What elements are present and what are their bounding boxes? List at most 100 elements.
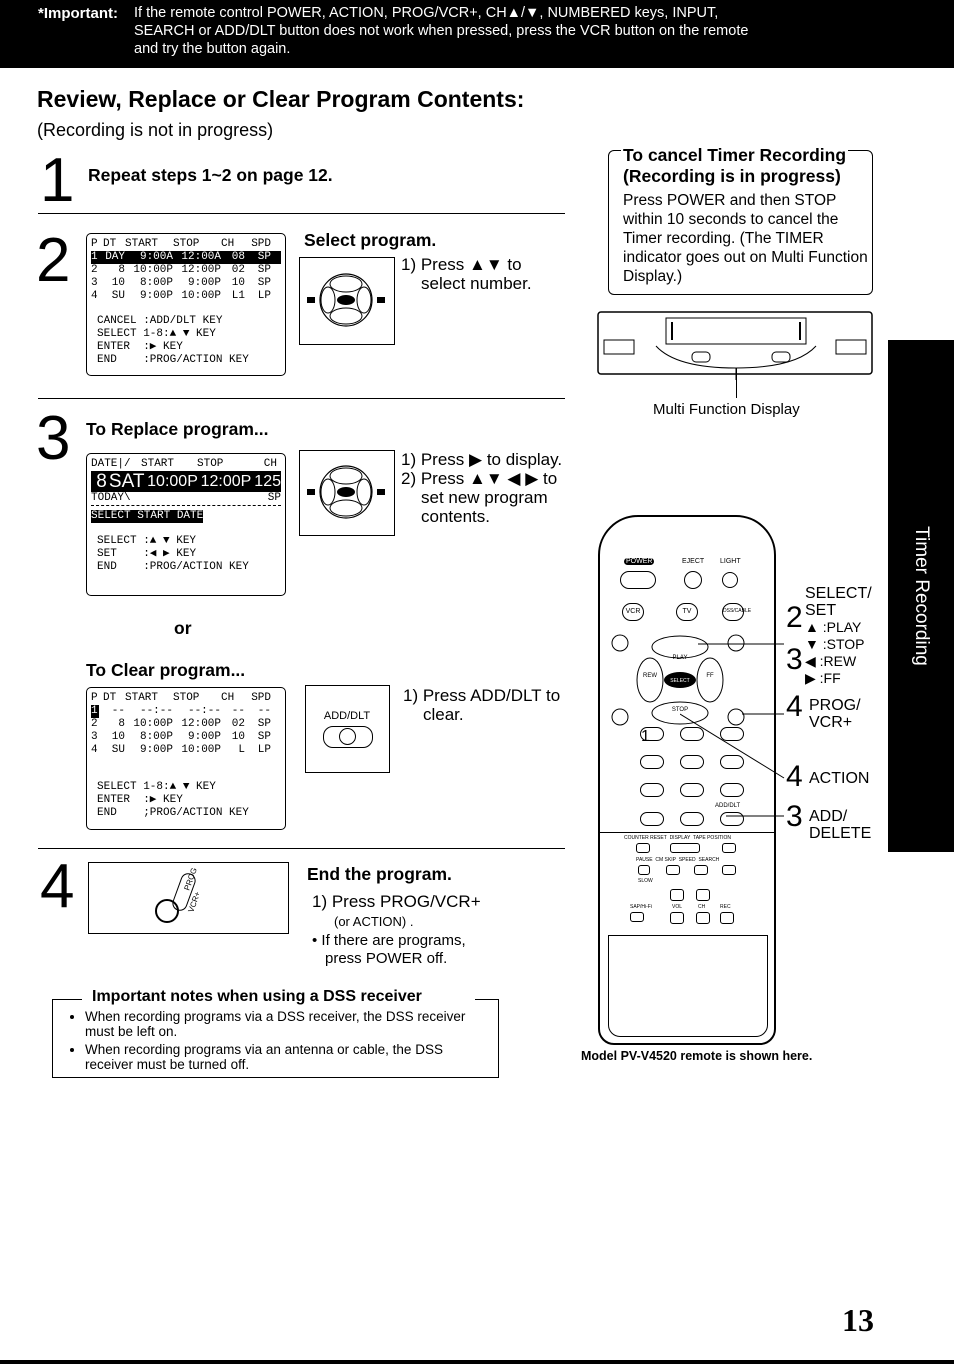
cell: -- — [231, 705, 245, 717]
callout-text: VCR+ — [809, 714, 853, 731]
step-2-number: 2 — [36, 226, 71, 295]
ch-down-button[interactable] — [696, 912, 710, 924]
lcd-row[interactable]: 3 10 8:00P 9:00P 10 SP — [91, 731, 281, 744]
lcd-row[interactable]: 4 SU 9:00P 10:00P L1 LP — [91, 290, 281, 303]
cell: 10:00P — [181, 290, 221, 302]
cell: 9:00A — [139, 251, 173, 263]
num-1-button[interactable]: 1 — [640, 727, 664, 745]
light-button[interactable] — [722, 572, 738, 588]
cell: L — [238, 744, 245, 756]
num-100-button[interactable] — [640, 812, 664, 826]
col-stop: STOP — [173, 238, 200, 250]
callout-item: ▼ :STOP — [805, 636, 865, 652]
col-p: P — [91, 692, 98, 704]
step-4-note: (or ACTION) . — [334, 914, 414, 929]
search-button[interactable] — [722, 865, 736, 875]
display-button[interactable] — [670, 843, 700, 853]
clear-lcd: P DT START STOP CH SPD 1 -- --:-- --:-- … — [86, 687, 286, 830]
speed-label: SP — [267, 492, 281, 504]
cancel-title: To cancel Timer Recording (Recording is … — [621, 145, 849, 187]
power-button[interactable] — [620, 571, 656, 589]
lcd-row[interactable]: 3 10 8:00P 9:00P 10 SP — [91, 277, 281, 290]
cell: 10 — [231, 731, 245, 743]
instruction-line: set new program — [421, 488, 548, 507]
num-4-button[interactable] — [640, 755, 664, 769]
section-tab-label: Timer Recording — [911, 526, 932, 666]
vol-up-button[interactable] — [670, 889, 684, 901]
vcr-button[interactable]: VCR — [622, 603, 644, 621]
col-spd: SPD — [251, 238, 271, 250]
cell: 2 — [91, 264, 98, 276]
bottom-rule — [0, 1360, 954, 1364]
pause-button[interactable] — [638, 865, 650, 875]
lcd-help: SELECT 1-8:▲ ▼ KEY — [97, 328, 216, 340]
ch-label: CH — [698, 904, 706, 910]
cell: 9:00P — [187, 277, 221, 289]
cell: 8:00P — [139, 731, 173, 743]
lcd-row[interactable]: 4 SU 9:00P 10:00P L LP — [91, 744, 281, 757]
replace-instructions: 1) Press ▶ to display. 2) Press ▲▼ ◀ ▶ t… — [401, 450, 562, 526]
lower-labels-row2: PAUSE CM SKIP SPEED SEARCH — [636, 857, 719, 863]
instruction-line: select number. — [421, 274, 532, 293]
lcd-edit-row[interactable]: 8 SAT 10:00P 12:00P 125 — [91, 471, 281, 492]
cell: 8 — [118, 264, 125, 276]
edit-ch[interactable]: 125 — [251, 471, 281, 492]
col-stop: STOP — [197, 458, 224, 470]
edit-start[interactable]: 10:00P — [144, 471, 198, 492]
speed-label: SPEED — [678, 857, 696, 863]
cancel-body: Press POWER and then STOP within 10 seco… — [623, 192, 868, 285]
callout-2-number: 2 — [786, 601, 803, 634]
instruction-line: clear. — [423, 705, 464, 724]
divider — [38, 398, 565, 399]
banner-label: *Important: — [38, 5, 118, 22]
callout-lines — [680, 643, 785, 817]
col-start: START — [125, 692, 159, 704]
rec-button[interactable] — [720, 912, 734, 924]
callout-select-set: SELECT/ SET ▲ :PLAY ▼ :STOP ◀ :REW ▶ :FF — [805, 585, 872, 687]
important-banner: *Important: If the remote control POWER,… — [0, 0, 954, 68]
sap-button[interactable] — [630, 912, 644, 922]
remote-lower-panel — [608, 935, 768, 1037]
clear-title: To Clear program... — [86, 660, 246, 680]
cell: 12:00P — [181, 718, 221, 730]
cell: --:-- — [187, 705, 221, 717]
callout-3-number: 3 — [786, 643, 803, 676]
lcd-help: SELECT 1-8:▲ ▼ KEY — [97, 781, 216, 793]
col-dt: DT — [103, 692, 117, 704]
cell: 4 — [91, 290, 98, 302]
add-dlt-button[interactable] — [323, 726, 373, 748]
step-4-bullet: • If there are programs, press POWER off… — [312, 932, 466, 968]
cell: SP — [257, 251, 271, 263]
num-7-button[interactable] — [640, 783, 664, 797]
ch-up-button[interactable] — [696, 889, 710, 901]
dpad-illustration — [299, 257, 395, 345]
step-4-instruction: 1) Press PROG/VCR+ — [312, 892, 481, 911]
tv-button[interactable]: TV — [676, 603, 698, 621]
button-circle-icon — [339, 728, 356, 745]
pause-label: PAUSE — [636, 857, 653, 863]
eject-button[interactable] — [684, 571, 702, 589]
callout-text: SELECT/ — [805, 585, 872, 602]
lcd-row-cleared[interactable]: 1 -- --:-- --:-- -- -- — [91, 705, 281, 718]
lcd-row[interactable]: 2 8 10:00P 12:00P 02 SP — [91, 718, 281, 731]
step-1-number: 1 — [40, 146, 75, 215]
counter-reset-button[interactable] — [636, 843, 650, 853]
cm-skip-button[interactable] — [666, 865, 680, 875]
edit-date[interactable]: 8 — [91, 471, 107, 492]
cell: SP — [257, 718, 271, 730]
instruction-line: 2) Press ▲▼ ◀ ▶ to — [401, 469, 558, 488]
lcd-row[interactable]: 2 8 10:00P 12:00P 02 SP — [91, 264, 281, 277]
edit-stop[interactable]: 12:00P — [198, 471, 252, 492]
cell: L1 — [231, 290, 245, 302]
cell: 12:00A — [181, 251, 221, 263]
speed-button[interactable] — [694, 865, 708, 875]
svg-text:REW: REW — [643, 673, 657, 679]
tape-position-button[interactable] — [722, 843, 736, 853]
vol-down-button[interactable] — [670, 912, 684, 924]
col-date: DATE|/ — [91, 458, 131, 470]
display-label: DISPLAY — [669, 835, 691, 841]
dss-cable-button[interactable]: DSS/CABLE — [722, 603, 751, 621]
lcd-row-selected[interactable]: 1 DAY 9:00A 12:00A 08 SP — [91, 251, 281, 264]
edit-day[interactable]: SAT — [107, 471, 145, 492]
col-start: START — [125, 238, 159, 250]
